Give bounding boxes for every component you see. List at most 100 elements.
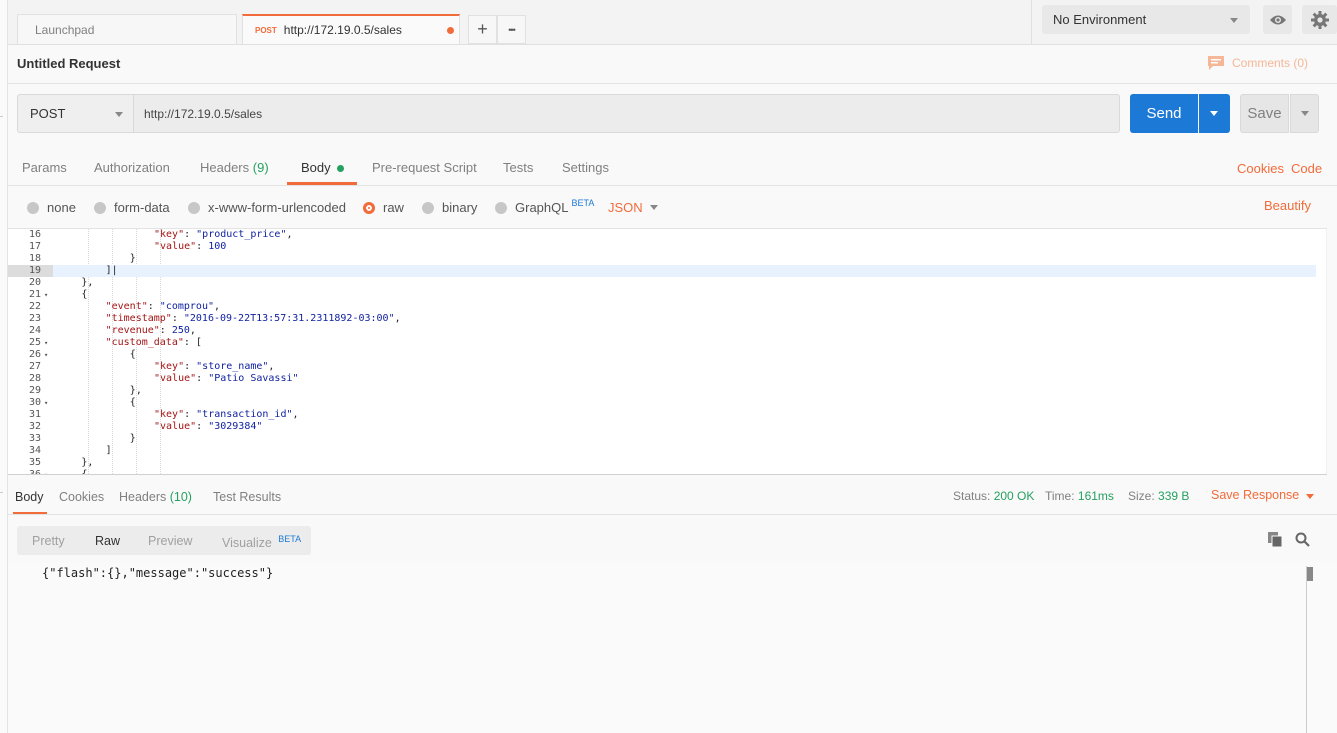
line-number: 23 xyxy=(28,313,41,324)
code-text: }, xyxy=(81,457,94,468)
code-text: { xyxy=(129,397,136,408)
format-visualize[interactable]: Visualize BETA xyxy=(222,534,301,550)
radio-graphql[interactable]: GraphQL BETA xyxy=(495,197,595,215)
method-select[interactable]: POST xyxy=(17,94,134,133)
response-tab-test-results[interactable]: Test Results xyxy=(213,490,281,504)
fold-toggle-icon[interactable]: ▾ xyxy=(44,349,48,361)
radio-icon xyxy=(188,201,200,214)
copy-icon xyxy=(1268,532,1283,548)
response-headers-count: (10) xyxy=(169,490,192,504)
gear-icon xyxy=(1310,10,1329,29)
response-scrollbar[interactable] xyxy=(1306,566,1319,733)
tab-pre-request-script[interactable]: Pre-request Script xyxy=(372,160,477,175)
comments-button[interactable]: Comments (0) xyxy=(1208,56,1308,70)
status-label: Status: xyxy=(953,489,991,503)
body-format-select[interactable]: JSON xyxy=(608,200,643,215)
gutter-marker xyxy=(0,492,3,493)
environment-quick-look-button[interactable] xyxy=(1263,5,1292,34)
code-text: "timestamp": "2016-09-22T13:57:31.231189… xyxy=(105,313,401,324)
chevron-down-icon xyxy=(1210,111,1218,116)
copy-button[interactable] xyxy=(1268,532,1283,552)
send-button[interactable]: Send xyxy=(1130,94,1198,133)
format-raw[interactable]: Raw xyxy=(95,534,120,548)
environment-label: No Environment xyxy=(1053,12,1147,27)
fold-toggle-icon[interactable]: ▾ xyxy=(44,337,48,349)
radio-urlencoded-label: x-www-form-urlencoded xyxy=(208,200,346,215)
tab-tests[interactable]: Tests xyxy=(503,160,533,175)
fold-toggle-icon[interactable]: ▾ xyxy=(44,469,48,474)
save-response-button[interactable]: Save Response xyxy=(1211,488,1299,502)
tab-body[interactable]: Body xyxy=(301,160,345,175)
send-label: Send xyxy=(1146,105,1182,122)
tab-params[interactable]: Params xyxy=(22,160,67,175)
code-line: 29}, xyxy=(8,385,1308,397)
radio-binary[interactable]: binary xyxy=(422,200,477,215)
code-text: "custom_data": [ xyxy=(105,337,202,348)
beautify-link[interactable]: Beautify xyxy=(1264,198,1311,213)
tab-settings-label: Settings xyxy=(562,160,609,175)
radio-urlencoded[interactable]: x-www-form-urlencoded xyxy=(188,200,346,215)
response-body-area[interactable] xyxy=(8,563,1337,733)
response-body-text: {"flash":{},"message":"success"} xyxy=(42,566,274,580)
status-readout: Status: 200 OK xyxy=(953,489,1034,503)
line-number: 24 xyxy=(28,325,41,336)
settings-button[interactable] xyxy=(1302,5,1337,34)
unsaved-dot-icon xyxy=(447,27,454,34)
beta-badge: BETA xyxy=(278,534,302,544)
request-title[interactable]: Untitled Request xyxy=(17,56,120,71)
search-button[interactable] xyxy=(1295,532,1310,552)
line-number: 27 xyxy=(28,361,41,372)
radio-raw[interactable]: raw xyxy=(363,200,404,215)
code-line: 33} xyxy=(8,433,1308,445)
response-tab-headers[interactable]: Headers (10) xyxy=(119,490,192,504)
tab-authorization[interactable]: Authorization xyxy=(94,160,170,175)
chevron-down-icon xyxy=(1230,18,1238,23)
radio-none[interactable]: none xyxy=(27,200,76,215)
code-line: 25 ▾ "custom_data": [ xyxy=(8,337,1308,349)
tab-headers[interactable]: Headers (9) xyxy=(200,160,269,175)
code-line: 16 "key": "product_price", xyxy=(8,229,1308,241)
code-text: } xyxy=(129,433,136,444)
method-label: POST xyxy=(30,106,66,121)
url-input[interactable]: http://172.19.0.5/sales xyxy=(133,94,1120,133)
line-number: 18 xyxy=(28,253,41,264)
editor-scrollbar[interactable] xyxy=(1326,229,1327,474)
radio-none-label: none xyxy=(47,200,76,215)
format-preview[interactable]: Preview xyxy=(148,534,192,548)
code-text: { xyxy=(81,469,88,475)
tab-method: POST xyxy=(255,25,277,35)
save-options-button[interactable] xyxy=(1290,94,1319,133)
tab-launchpad[interactable]: Launchpad xyxy=(17,14,237,44)
url-value: http://172.19.0.5/sales xyxy=(144,106,263,121)
more-tabs-button[interactable]: ••• xyxy=(497,15,526,44)
format-visualize-label: Visualize xyxy=(222,536,272,551)
send-options-button[interactable] xyxy=(1199,94,1230,133)
gutter-marker xyxy=(0,116,3,117)
code-line: 27 "key": "store_name", xyxy=(8,361,1308,373)
code-line: 28 "value": "Patio Savassi" xyxy=(8,373,1308,385)
fold-toggle-icon[interactable]: ▾ xyxy=(44,289,48,301)
body-editor[interactable]: 16 "key": "product_price", 17 "value": 100 1… xyxy=(8,228,1327,475)
tab-pre-request-label: Pre-request Script xyxy=(372,160,477,175)
fold-toggle-icon[interactable]: ▾ xyxy=(44,397,48,409)
format-pretty[interactable]: Pretty xyxy=(32,534,65,548)
response-tab-cookies[interactable]: Cookies xyxy=(59,490,104,504)
response-scroll-thumb[interactable] xyxy=(1307,567,1313,581)
radio-icon xyxy=(27,201,39,214)
line-number: 26 xyxy=(28,349,41,360)
save-button[interactable]: Save xyxy=(1240,94,1289,133)
code-text: "event": "comprou", xyxy=(105,301,221,312)
cookies-link[interactable]: Cookies xyxy=(1237,161,1284,176)
radio-icon xyxy=(94,201,106,214)
line-number: 21 xyxy=(28,289,41,300)
response-tab-body[interactable]: Body xyxy=(15,490,44,504)
code-link[interactable]: Code xyxy=(1291,161,1322,176)
tab-request[interactable]: POST http://172.19.0.5/sales xyxy=(242,14,460,44)
code-line: 18} xyxy=(8,253,1308,265)
tab-settings[interactable]: Settings xyxy=(562,160,609,175)
new-tab-button[interactable]: + xyxy=(468,15,497,44)
environment-select[interactable]: No Environment xyxy=(1042,5,1250,34)
code-line: 26 ▾ { xyxy=(8,349,1308,361)
beta-badge: BETA xyxy=(571,197,595,208)
radio-form-data[interactable]: form-data xyxy=(94,200,170,215)
